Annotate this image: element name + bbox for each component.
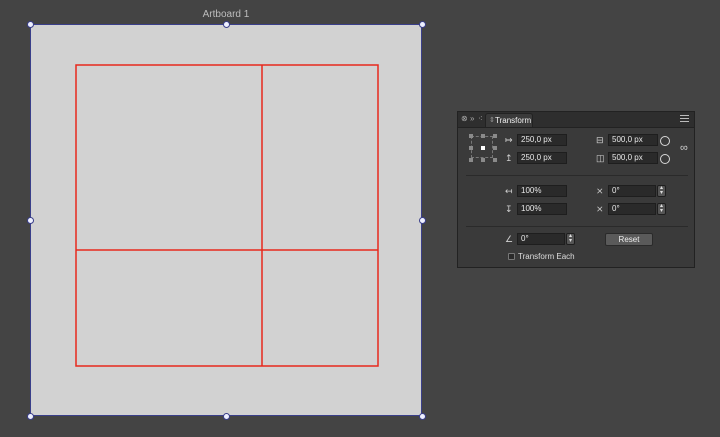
rotation-field[interactable]: 0°: [517, 233, 565, 245]
anchor-top-center[interactable]: [481, 134, 485, 138]
size-height-field[interactable]: 500,0 px: [608, 152, 658, 164]
height-icon: ⊟: [596, 135, 604, 145]
size-width-field[interactable]: 500,0 px: [608, 134, 658, 146]
selection-handle-middle-right[interactable]: [419, 217, 426, 224]
artboard-title[interactable]: Artboard 1: [0, 9, 452, 20]
shear-vertical-icon: ⨯: [596, 204, 604, 214]
selection-handle-bottom-left[interactable]: [27, 413, 34, 420]
divider: [466, 226, 688, 227]
rotation-stepper[interactable]: ▴ ▾: [566, 233, 575, 245]
shear-horizontal-icon: ⨯: [596, 186, 604, 196]
width-lock-circle-icon[interactable]: [660, 136, 670, 146]
anchor-point-selector[interactable]: [469, 134, 497, 162]
selection-handle-bottom-right[interactable]: [419, 413, 426, 420]
position-y-field[interactable]: 250,0 px: [517, 152, 567, 164]
panel-header: ⊗ » ⁖ ⇕ Transform: [458, 112, 694, 128]
selection-handle-top-left[interactable]: [27, 21, 34, 28]
anchor-bottom-center[interactable]: [481, 158, 485, 162]
grip-icon[interactable]: ⁖: [478, 114, 483, 124]
anchor-middle-left[interactable]: [469, 146, 473, 150]
selection-handle-top-center[interactable]: [223, 21, 230, 28]
reset-button[interactable]: Reset: [605, 233, 653, 246]
scale-vertical-field[interactable]: 100%: [517, 203, 567, 215]
transform-panel: ⊗ » ⁖ ⇕ Transform ↦ 250,0 px ↥ 250,0 px …: [457, 111, 695, 268]
close-icon[interactable]: ⊗: [461, 114, 468, 124]
transform-each-label[interactable]: Transform Each: [518, 252, 575, 261]
shear-horizontal-stepper[interactable]: ▴ ▾: [657, 185, 666, 197]
shear-horizontal-field[interactable]: 0°: [608, 185, 656, 197]
width-icon: ◫: [596, 153, 605, 163]
selection-handle-middle-left[interactable]: [27, 217, 34, 224]
frame-outer[interactable]: [75, 64, 379, 367]
position-x-field[interactable]: 250,0 px: [517, 134, 567, 146]
shear-vertical-stepper[interactable]: ▴ ▾: [657, 203, 666, 215]
shear-vertical-field[interactable]: 0°: [608, 203, 656, 215]
tab-transform[interactable]: ⇕ Transform: [485, 113, 533, 127]
tab-grip-icon: ⇕: [489, 117, 495, 124]
height-lock-circle-icon[interactable]: [660, 154, 670, 164]
selection-handle-bottom-center[interactable]: [223, 413, 230, 420]
divider: [466, 175, 688, 176]
anchor-middle-right[interactable]: [493, 146, 497, 150]
angle-icon: ∠: [505, 234, 514, 244]
tab-transform-label: Transform: [495, 116, 532, 125]
anchor-bottom-left[interactable]: [469, 158, 473, 162]
chain-link-icon[interactable]: ∞: [680, 143, 688, 154]
anchor-center[interactable]: [481, 146, 485, 150]
anchor-bottom-right[interactable]: [493, 158, 497, 162]
arrow-up-icon: ↥: [505, 153, 513, 163]
scale-horizontal-field[interactable]: 100%: [517, 185, 567, 197]
selection-handle-top-right[interactable]: [419, 21, 426, 28]
arrow-right-icon: ↦: [505, 135, 513, 145]
collapse-icon[interactable]: »: [470, 114, 474, 124]
scale-vertical-icon: ↧: [505, 204, 513, 214]
menu-icon[interactable]: [680, 115, 689, 123]
anchor-top-left[interactable]: [469, 134, 473, 138]
scale-horizontal-icon: ↤: [505, 186, 513, 196]
transform-each-checkbox[interactable]: [508, 253, 515, 260]
frame-grid[interactable]: [75, 64, 379, 367]
anchor-top-right[interactable]: [493, 134, 497, 138]
